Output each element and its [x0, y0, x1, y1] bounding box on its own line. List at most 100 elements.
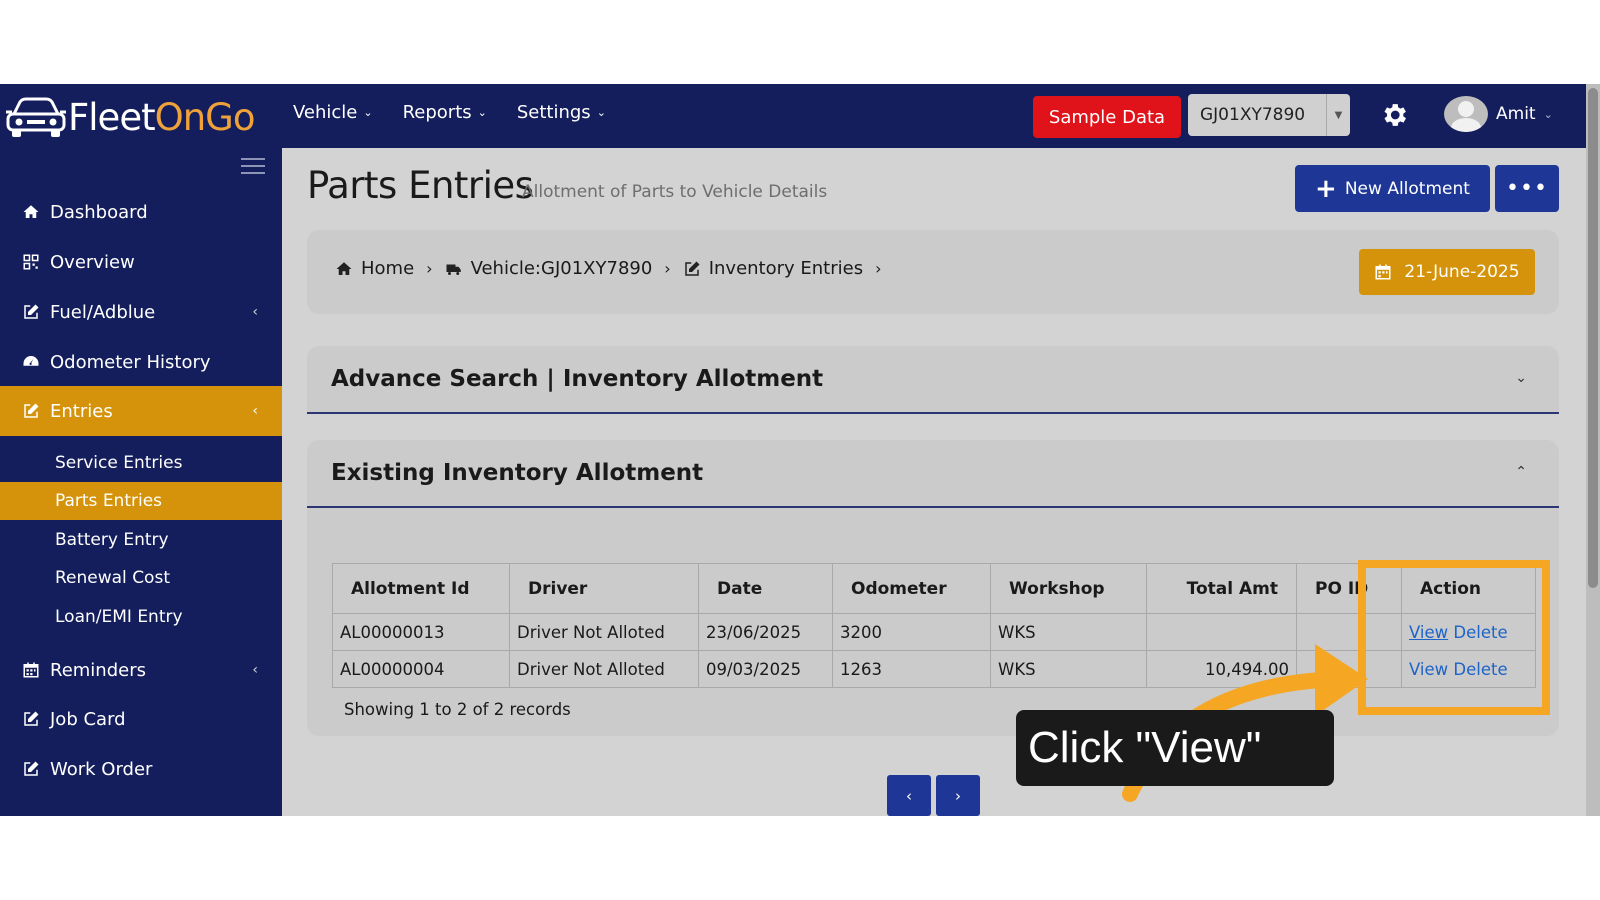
sidebar-item-label: Entries: [50, 400, 113, 422]
logo-text-fleet: Fleet: [68, 95, 156, 139]
car-logo-icon: [6, 97, 66, 137]
sidebar-subitem-service-entries[interactable]: Service Entries: [0, 444, 282, 482]
logo-text-ongo: OnGo: [154, 95, 256, 139]
sidebar-item-overview[interactable]: Overview: [0, 237, 282, 287]
user-name: Amit: [1496, 104, 1536, 124]
existing-allotment-title: Existing Inventory Allotment: [331, 460, 704, 486]
sidebar-item-label: Dashboard: [50, 201, 148, 223]
menu-reports-label: Reports: [402, 102, 472, 123]
chevron-down-icon: ⌄: [1543, 107, 1553, 121]
gear-icon[interactable]: [1379, 100, 1409, 130]
sample-data-button[interactable]: Sample Data: [1033, 96, 1181, 138]
dropdown-arrow-icon[interactable]: ▼: [1326, 94, 1350, 136]
chevron-down-icon: ⌄: [477, 106, 487, 119]
breadcrumb-label: Vehicle:GJ01XY7890: [470, 258, 653, 279]
sidebar-item-reminders[interactable]: Reminders ‹: [0, 645, 282, 695]
date-button[interactable]: 21-June-2025: [1359, 249, 1535, 295]
sidebar-item-odometer-history[interactable]: Odometer History: [0, 337, 282, 387]
instruction-callout: Click "View": [1016, 710, 1334, 786]
calendar-icon: [1375, 264, 1391, 280]
records-count: Showing 1 to 2 of 2 records: [344, 700, 571, 719]
breadcrumb: Home › Vehicle:GJ01XY7890 › Inventory En…: [335, 258, 894, 279]
edit-icon: [20, 710, 42, 728]
menu-vehicle[interactable]: Vehicle ⌄: [293, 102, 373, 123]
vehicle-select[interactable]: GJ01XY7890 ▼: [1188, 94, 1350, 136]
sidebar-item-dashboard[interactable]: Dashboard: [0, 187, 282, 237]
truck-icon: [446, 264, 461, 275]
menu-vehicle-label: Vehicle: [293, 102, 358, 123]
top-menu: Vehicle ⌄ Reports ⌄ Settings ⌄: [293, 102, 606, 123]
column-header-driver[interactable]: Driver: [509, 563, 699, 614]
menu-reports[interactable]: Reports ⌄: [403, 102, 487, 123]
breadcrumb-vehicle[interactable]: Vehicle:GJ01XY7890 ›: [445, 258, 671, 279]
new-allotment-button[interactable]: + New Allotment: [1295, 165, 1490, 212]
advance-search-card[interactable]: Advance Search | Inventory Allotment ⌄: [307, 346, 1559, 414]
next-page-button[interactable]: ›: [936, 775, 980, 816]
chevron-up-icon[interactable]: ⌃: [1515, 464, 1527, 480]
column-header-allotment-id[interactable]: Allotment Id: [332, 563, 510, 614]
cell-date: 23/06/2025: [698, 613, 833, 651]
chevron-left-icon: ‹: [252, 304, 258, 320]
logo[interactable]: FleetOnGo: [4, 92, 255, 142]
cell-allotment-id: AL00000013: [332, 613, 510, 651]
column-header-odometer[interactable]: Odometer: [832, 563, 991, 614]
sidebar-item-label: Job Card: [50, 708, 126, 730]
pagination: ‹ ›: [887, 775, 980, 816]
breadcrumb-label: Inventory Entries: [708, 258, 864, 279]
cell-odometer: 1263: [832, 650, 991, 688]
sidebar-subitem-renewal-cost[interactable]: Renewal Cost: [0, 559, 282, 597]
scrollbar-thumb[interactable]: [1588, 88, 1598, 588]
edit-icon: [20, 402, 42, 420]
highlight-box: [1358, 560, 1550, 715]
sidebar-subitem-loan-emi-entry[interactable]: Loan/EMI Entry: [0, 598, 282, 636]
breadcrumb-label: Home: [361, 258, 415, 279]
existing-allotment-header[interactable]: Existing Inventory Allotment ⌃: [307, 440, 1559, 508]
new-allotment-label: New Allotment: [1344, 178, 1470, 199]
hamburger-menu-icon[interactable]: [241, 158, 265, 176]
top-navbar: FleetOnGo Vehicle ⌄ Reports ⌄ Settings ⌄ Sa…: [0, 84, 1586, 148]
home-icon: [20, 203, 42, 221]
sidebar-item-work-order[interactable]: Work Order: [0, 744, 282, 794]
cell-date: 09/03/2025: [698, 650, 833, 688]
column-header-date[interactable]: Date: [698, 563, 833, 614]
sidebar-item-fuel-adblue[interactable]: Fuel/Adblue ‹: [0, 287, 282, 337]
prev-page-button[interactable]: ‹: [887, 775, 931, 816]
user-menu[interactable]: Amit ⌄: [1444, 96, 1553, 132]
edit-icon: [684, 261, 700, 276]
sidebar-subitem-parts-entries[interactable]: Parts Entries: [0, 482, 282, 520]
more-options-button[interactable]: •••: [1495, 165, 1559, 212]
cell-allotment-id: AL00000004: [332, 650, 510, 688]
breadcrumb-home[interactable]: Home ›: [335, 258, 433, 279]
column-header-workshop[interactable]: Workshop: [990, 563, 1147, 614]
chevron-down-icon: ⌄: [596, 106, 606, 119]
page-subtitle: Allotment of Parts to Vehicle Details: [522, 182, 828, 202]
gauge-icon: [20, 353, 42, 371]
breadcrumb-inventory-entries[interactable]: Inventory Entries ›: [683, 258, 882, 279]
chevron-left-icon: ‹: [252, 403, 258, 419]
sidebar-item-job-card[interactable]: Job Card: [0, 694, 282, 744]
cell-driver: Driver Not Alloted: [509, 650, 699, 688]
cell-odometer: 3200: [832, 613, 991, 651]
chevron-down-icon: ⌄: [363, 106, 373, 119]
cell-driver: Driver Not Alloted: [509, 613, 699, 651]
home-icon: [336, 261, 352, 275]
chevron-down-icon[interactable]: ⌄: [1515, 370, 1527, 386]
sidebar-subitem-battery-entry[interactable]: Battery Entry: [0, 521, 282, 559]
column-header-total-amt[interactable]: Total Amt: [1146, 563, 1297, 614]
logo-text: FleetOnGo: [68, 96, 255, 139]
advance-search-title: Advance Search | Inventory Allotment: [331, 366, 824, 392]
chevron-right-icon: ›: [426, 259, 433, 278]
vertical-scrollbar[interactable]: [1586, 84, 1600, 816]
qrcode-icon: [20, 253, 42, 271]
sidebar-item-entries[interactable]: Entries ‹: [0, 386, 282, 436]
sidebar-item-label: Overview: [50, 251, 135, 273]
page-title: Parts Entries: [307, 164, 534, 207]
chevron-right-icon: ›: [664, 259, 671, 278]
sidebar-item-label: Odometer History: [50, 351, 211, 373]
table-header-row: Allotment Id Driver Date Odometer Worksh…: [332, 563, 1536, 614]
avatar: [1444, 96, 1488, 132]
menu-settings[interactable]: Settings ⌄: [517, 102, 606, 123]
sidebar-item-label: Reminders: [50, 659, 146, 681]
app-window: FleetOnGo Vehicle ⌄ Reports ⌄ Settings ⌄ Sa…: [0, 84, 1586, 816]
chevron-right-icon: ›: [875, 259, 882, 278]
